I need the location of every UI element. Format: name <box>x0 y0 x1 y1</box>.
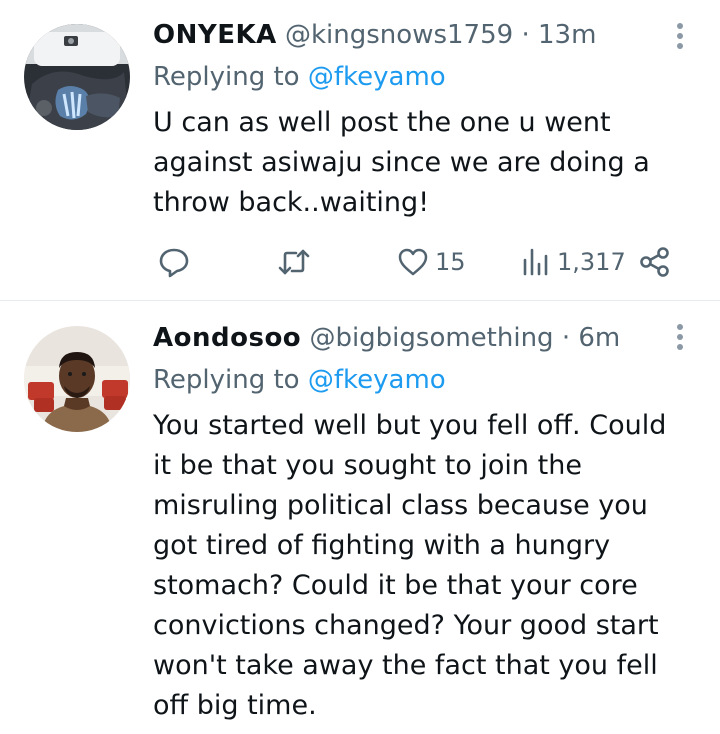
timestamp[interactable]: 6m <box>578 323 620 353</box>
separator-dot: · <box>561 323 571 353</box>
mention-link[interactable]: @fkeyamo <box>308 365 446 395</box>
replying-prefix: Replying to <box>153 365 300 395</box>
avatar[interactable] <box>24 326 130 432</box>
replying-to: Replying to @fkeyamo <box>153 363 446 397</box>
display-name[interactable]: Aondosoo <box>153 323 301 353</box>
tweet-header: Aondosoo @bigbigsomething · 6m <box>153 321 620 355</box>
avatar-photo <box>24 326 130 432</box>
tweet-text: You started well but you fell off. Could… <box>153 410 667 721</box>
tweet[interactable]: Aondosoo @bigbigsomething · 6m Replying … <box>0 0 720 721</box>
user-handle[interactable]: @bigbigsomething <box>309 323 553 353</box>
vertical-dots-icon[interactable] <box>670 321 690 353</box>
